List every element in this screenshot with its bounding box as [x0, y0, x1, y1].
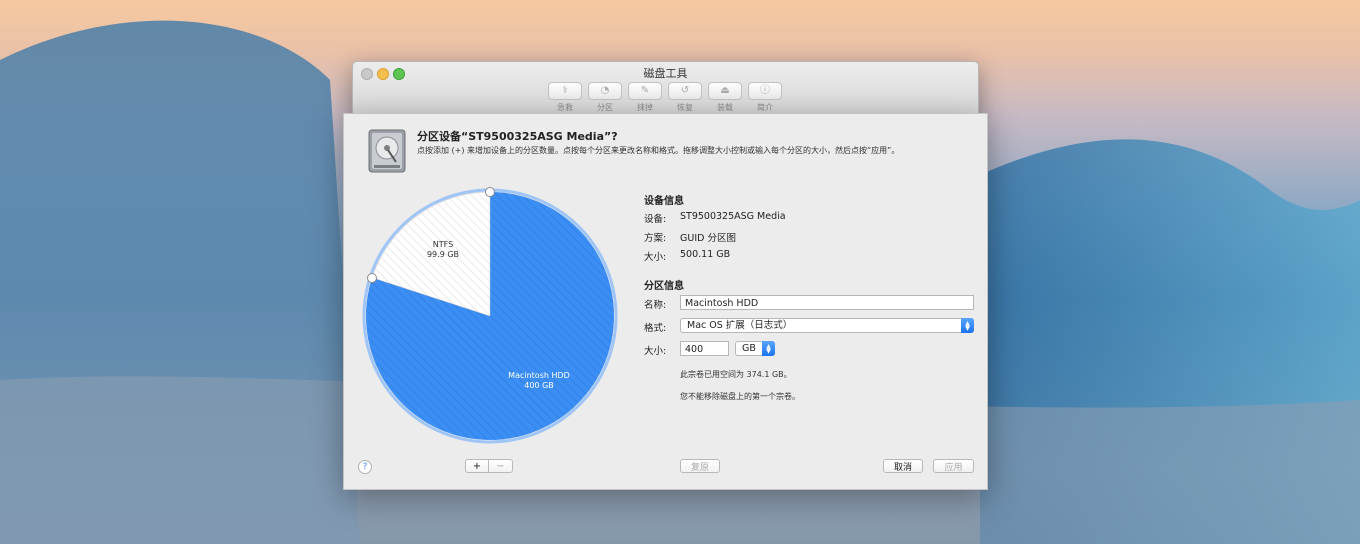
toolbar-label: 简介 [757, 103, 773, 112]
window-title: 磁盘工具 [643, 67, 688, 80]
revert-button[interactable]: 复原 [680, 459, 720, 473]
partition-size-field[interactable]: 400 [680, 341, 729, 356]
partition-name: Macintosh HDD [508, 371, 570, 380]
toolbar-item-info[interactable]: ⓘ 简介 [748, 82, 782, 113]
toolbar-label: 急救 [557, 103, 573, 112]
stethoscope-icon[interactable]: ⚕ [548, 82, 582, 100]
device-size-key: 大小: [644, 252, 667, 263]
remove-volume-note: 您不能移除磁盘上的第一个宗卷。 [680, 392, 800, 401]
partition-size: 400 GB [524, 381, 554, 390]
add-remove-control: + − [465, 459, 513, 473]
info-icon[interactable]: ⓘ [748, 82, 782, 100]
mount-icon[interactable]: ⏏ [708, 82, 742, 100]
partition-icon[interactable]: ◔ [588, 82, 622, 100]
toolbar-label: 装载 [717, 103, 733, 112]
format-value: Mac OS 扩展（日志式） [687, 320, 793, 331]
toolbar-item-first-aid[interactable]: ⚕ 急救 [548, 82, 582, 113]
partition-name: NTFS [432, 240, 454, 249]
sheet-description: 点按添加 (+) 来增加设备上的分区数量。点按每个分区来更改名称和格式。拖移调整… [417, 146, 900, 155]
size-unit-select[interactable]: GB ▲ ▼ [735, 341, 775, 356]
device-info-title: 设备信息 [644, 196, 684, 207]
toolbar-label: 恢复 [677, 103, 693, 112]
restore-icon[interactable]: ↺ [668, 82, 702, 100]
format-label: 格式: [644, 323, 667, 334]
scheme-row: 方案: GUID 分区图 [644, 230, 736, 244]
format-select[interactable]: Mac OS 扩展（日志式） ▲ ▼ [680, 318, 974, 333]
size-label: 大小: [644, 346, 667, 357]
resize-handle[interactable] [367, 272, 378, 283]
partition-size: 99.9 GB [426, 250, 460, 259]
remove-partition-button[interactable]: − [489, 459, 513, 473]
toolbar-item-restore[interactable]: ↺ 恢复 [668, 82, 702, 113]
device-row: 设备: ST9500325ASG Media [644, 211, 786, 225]
partition-sheet: 分区设备“ST9500325ASG Media”? 点按添加 (+) 来增加设备… [343, 113, 988, 490]
apply-button[interactable]: 应用 [933, 459, 974, 473]
pie-label-macintosh-hdd: Macintosh HDD 400 GB [494, 371, 584, 391]
toolbar: ⚕ 急救 ◔ 分区 ✎ 抹掉 ↺ 恢复 ⏏ 装载 ⓘ 简介 [548, 82, 782, 113]
help-button[interactable]: ? [358, 460, 372, 474]
sheet-title: 分区设备“ST9500325ASG Media”? [417, 130, 618, 143]
chevron-updown-icon: ▲ ▼ [762, 341, 775, 356]
pie-label-ntfs: NTFS 99.9 GB [416, 240, 470, 260]
toolbar-item-erase[interactable]: ✎ 抹掉 [628, 82, 662, 113]
device-size-row: 大小: 500.11 GB [644, 249, 730, 263]
toolbar-label: 抹掉 [637, 103, 653, 112]
used-space-note: 此宗卷已用空间为 374.1 GB。 [680, 370, 792, 379]
name-label: 名称: [644, 300, 667, 311]
hard-disk-icon [368, 129, 406, 173]
device-key: 设备: [644, 214, 667, 225]
chevron-updown-icon: ▲ ▼ [961, 318, 974, 333]
partition-pie-chart[interactable] [362, 188, 618, 444]
device-size-value: 500.11 GB [680, 249, 731, 260]
toolbar-item-partition[interactable]: ◔ 分区 [588, 82, 622, 113]
partition-name-field[interactable]: Macintosh HDD [680, 295, 974, 310]
size-unit-value: GB [742, 343, 756, 354]
scheme-value: GUID 分区图 [680, 233, 736, 244]
device-value: ST9500325ASG Media [680, 211, 786, 222]
partition-info-title: 分区信息 [644, 281, 684, 292]
cancel-button[interactable]: 取消 [883, 459, 923, 473]
erase-icon[interactable]: ✎ [628, 82, 662, 100]
add-partition-button[interactable]: + [465, 459, 489, 473]
resize-handle[interactable] [485, 187, 495, 197]
toolbar-label: 分区 [597, 103, 613, 112]
toolbar-item-mount[interactable]: ⏏ 装载 [708, 82, 742, 113]
scheme-key: 方案: [644, 233, 667, 244]
